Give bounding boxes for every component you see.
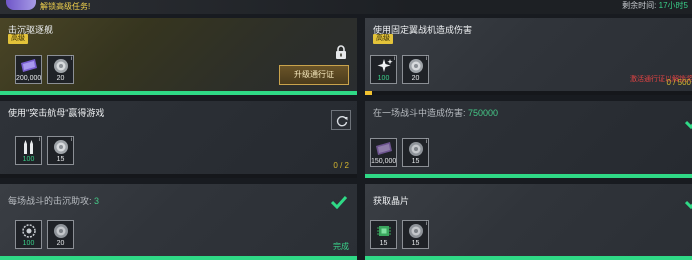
pass-logo bbox=[6, 0, 36, 10]
reward-qty: 15 bbox=[56, 156, 65, 163]
top-banner: 解锁高级任务! 剩余时间: 17小时5 bbox=[0, 0, 692, 14]
green-chip-icon bbox=[377, 226, 391, 236]
reward-slot[interactable]: i 20 bbox=[402, 55, 429, 84]
task-card-single-battle-damage[interactable]: 在一场战斗中造成伤害: 750000 150,000 i 15 bbox=[365, 101, 692, 178]
purple-ticket-icon bbox=[21, 59, 37, 72]
reward-slot[interactable]: i 15 bbox=[402, 220, 429, 249]
task-card-get-chips[interactable]: 获取晶片 15 i 15 bbox=[365, 184, 692, 260]
progress-bar bbox=[0, 91, 357, 95]
completed-status: 完成 bbox=[333, 242, 349, 251]
reward-qty: 100 bbox=[377, 75, 390, 82]
reward-slot[interactable]: 15 bbox=[370, 220, 397, 249]
task-title-prefix: 每场战斗的击沉助攻: bbox=[8, 196, 92, 206]
progress-fill bbox=[365, 256, 692, 260]
reward-slot[interactable]: 100 bbox=[15, 220, 42, 249]
reward-slot[interactable]: i 15 bbox=[47, 136, 74, 165]
reward-slot[interactable]: i 100 bbox=[15, 136, 42, 165]
remaining-time-label: 剩余时间: bbox=[622, 1, 657, 10]
reward-qty: 15 bbox=[379, 240, 388, 247]
refresh-icon bbox=[336, 116, 348, 127]
token-coin-icon bbox=[409, 142, 423, 156]
progress-bar bbox=[0, 174, 357, 178]
reward-slot[interactable]: i 100 bbox=[370, 55, 397, 84]
reward-qty: 200,000 bbox=[16, 75, 42, 82]
token-coin-icon bbox=[409, 59, 423, 73]
task-title-value: 750000 bbox=[468, 108, 499, 118]
progress-bar bbox=[365, 91, 692, 95]
progress-bar bbox=[365, 256, 692, 260]
reward-slot[interactable]: 200,000 bbox=[15, 55, 42, 84]
lock-icon bbox=[336, 45, 346, 59]
token-coin-icon bbox=[409, 224, 423, 238]
task-title-prefix: 在一场战斗中造成伤害: bbox=[373, 108, 466, 118]
task-title: 使用"突击航母"赢得游戏 bbox=[8, 108, 105, 118]
progress-fill bbox=[365, 174, 692, 178]
check-icon bbox=[685, 200, 692, 209]
reward-slot[interactable]: 20 bbox=[47, 220, 74, 249]
reward-slot[interactable]: 150,000 bbox=[370, 138, 397, 167]
task-card-kill-assists[interactable]: 每场战斗的击沉助攻: 3 100 20 完成 bbox=[0, 184, 357, 260]
reward-qty: 15 bbox=[411, 240, 420, 247]
token-coin-icon bbox=[54, 59, 68, 73]
wreath-icon bbox=[22, 224, 36, 238]
progress-fill bbox=[0, 91, 357, 95]
check-icon bbox=[331, 195, 347, 209]
reward-qty: 100 bbox=[22, 156, 35, 163]
progress-fill bbox=[0, 256, 357, 260]
reward-slot[interactable]: i 20 bbox=[47, 55, 74, 84]
task-title: 在一场战斗中造成伤害: 750000 bbox=[373, 106, 498, 119]
reward-qty: 15 bbox=[411, 158, 420, 165]
task-card-destroyer[interactable]: 击沉驱逐舰 高级 200,000 i 20 升级通行证 bbox=[0, 18, 357, 95]
refresh-task-button[interactable] bbox=[331, 110, 351, 130]
progress-bar bbox=[0, 256, 357, 260]
task-title-value: 3 bbox=[94, 196, 100, 206]
upgrade-pass-button[interactable]: 升级通行证 bbox=[279, 65, 349, 85]
progress-bar bbox=[365, 174, 692, 178]
reward-qty: 100 bbox=[22, 240, 35, 247]
purple-ticket-icon bbox=[376, 142, 392, 155]
premium-badge: 高级 bbox=[8, 34, 28, 44]
premium-badge: 高级 bbox=[373, 34, 393, 44]
stars-icon bbox=[377, 59, 393, 72]
task-title: 每场战斗的击沉助攻: 3 bbox=[8, 194, 99, 207]
reward-qty: 20 bbox=[56, 240, 65, 247]
banner-text: 解锁高级任务! bbox=[40, 2, 91, 11]
reward-qty: 150,000 bbox=[371, 158, 397, 165]
check-icon bbox=[685, 120, 692, 129]
progress-fill bbox=[365, 91, 372, 95]
progress-text: 0 / 500 bbox=[666, 78, 691, 87]
reward-qty: 20 bbox=[411, 75, 420, 82]
progress-text: 0 / 2 bbox=[333, 161, 349, 170]
token-coin-icon bbox=[54, 224, 68, 238]
reward-slot[interactable]: i 15 bbox=[402, 138, 429, 167]
reward-qty: 20 bbox=[56, 75, 65, 82]
task-card-assault-carrier[interactable]: 使用"突击航母"赢得游戏 i 100 i 15 0 / 2 bbox=[0, 101, 357, 178]
remaining-time: 剩余时间: 17小时5 bbox=[622, 0, 688, 11]
task-card-fixed-wing-damage[interactable]: 使用固定翼战机造成伤害 高级 i 100 i 20 激活通行证以解锁奖 0 / … bbox=[365, 18, 692, 95]
token-coin-icon bbox=[54, 140, 68, 154]
task-title: 获取晶片 bbox=[373, 196, 410, 206]
remaining-time-value: 17小时5 bbox=[658, 1, 688, 10]
ammo-icon bbox=[24, 140, 33, 154]
